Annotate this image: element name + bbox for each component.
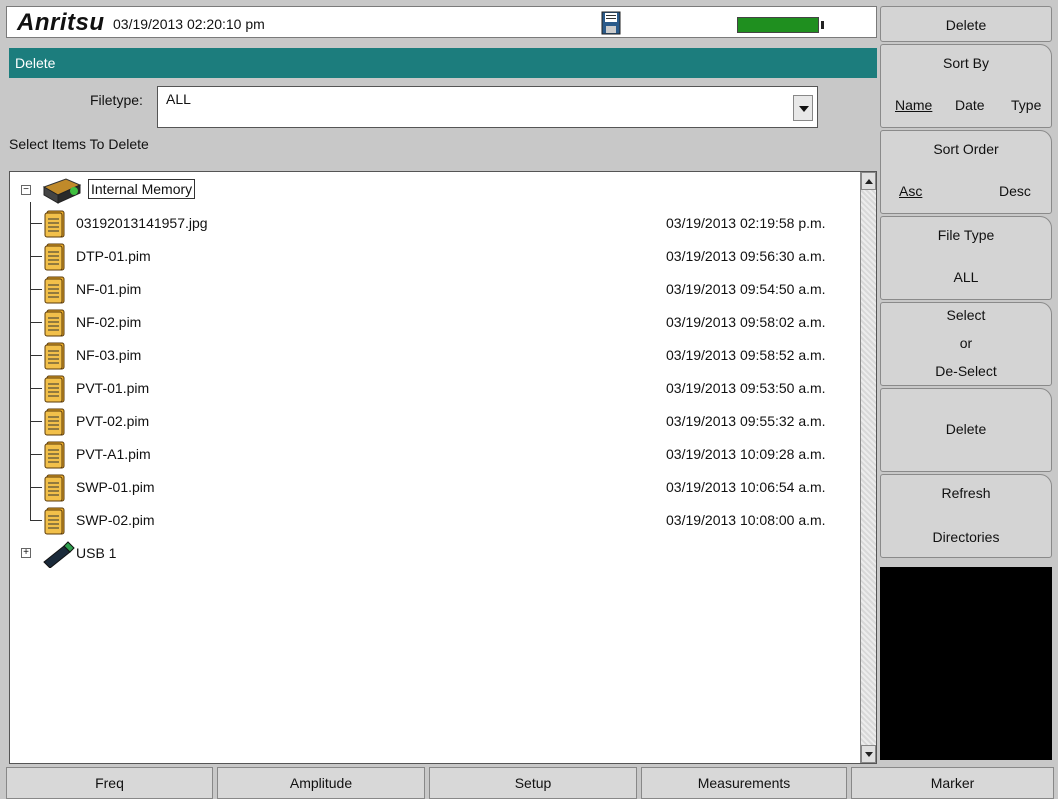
file-name[interactable]: PVT-02.pim xyxy=(76,413,149,429)
file-row[interactable]: DTP-01.pim 03/19/2013 09:56:30 a.m. xyxy=(10,240,850,273)
tree-connector xyxy=(30,454,42,455)
file-date: 03/19/2013 09:56:30 a.m. xyxy=(666,248,826,264)
tree-connector xyxy=(30,223,42,224)
tree-root-usb[interactable]: + USB 1 xyxy=(10,537,850,570)
sort-asc-option[interactable]: Asc xyxy=(899,183,922,199)
filetype-label: Filetype: xyxy=(90,92,143,108)
refresh-directories-button[interactable]: Refresh Directories xyxy=(880,474,1052,558)
sort-by-label: Sort By xyxy=(943,55,989,71)
file-row[interactable]: NF-02.pim 03/19/2013 09:58:02 a.m. xyxy=(10,306,850,339)
page-title: Delete xyxy=(15,55,56,71)
softkey-menu-title: Delete xyxy=(880,6,1052,42)
file-row[interactable]: 03192013141957.jpg 03/19/2013 02:19:58 p.… xyxy=(10,207,850,240)
tree-connector xyxy=(30,520,42,521)
file-type-label: File Type xyxy=(937,227,995,243)
sort-by-button[interactable]: Sort By Name Date Type xyxy=(880,44,1052,128)
file-icon xyxy=(44,210,70,238)
file-date: 03/19/2013 09:54:50 a.m. xyxy=(666,281,826,297)
filetype-dropdown[interactable]: ALL xyxy=(157,86,818,128)
softkey-empty-area xyxy=(880,567,1052,760)
sort-desc-option[interactable]: Desc xyxy=(999,183,1031,199)
file-row[interactable]: NF-03.pim 03/19/2013 09:58:52 a.m. xyxy=(10,339,850,372)
tree-connector xyxy=(30,322,42,323)
dropdown-arrow-icon[interactable] xyxy=(793,95,813,121)
usb-label[interactable]: USB 1 xyxy=(76,545,116,561)
sort-type-option[interactable]: Type xyxy=(1011,97,1041,113)
battery-tip-icon xyxy=(821,21,824,29)
file-row[interactable]: PVT-02.pim 03/19/2013 09:55:32 a.m. xyxy=(10,405,850,438)
file-icon xyxy=(44,342,70,370)
file-name[interactable]: NF-03.pim xyxy=(76,347,141,363)
file-name[interactable]: SWP-02.pim xyxy=(76,512,155,528)
tree-root-internal-memory[interactable]: − Internal Memory xyxy=(10,174,850,207)
file-date: 03/19/2013 09:58:52 a.m. xyxy=(666,347,826,363)
file-row[interactable]: SWP-01.pim 03/19/2013 10:06:54 a.m. xyxy=(10,471,850,504)
select-deselect-button[interactable]: Select or De-Select xyxy=(880,302,1052,386)
file-date: 03/19/2013 02:19:58 p.m. xyxy=(666,215,826,231)
vertical-scrollbar[interactable] xyxy=(860,172,876,763)
anritsu-logo: Anritsu xyxy=(17,9,105,36)
file-row[interactable]: NF-01.pim 03/19/2013 09:54:50 a.m. xyxy=(10,273,850,306)
file-icon xyxy=(44,375,70,403)
page-title-bar: Delete xyxy=(9,48,877,78)
file-type-value: ALL xyxy=(953,269,979,285)
sort-order-button[interactable]: Sort Order Asc Desc xyxy=(880,130,1052,214)
tree-connector xyxy=(30,487,42,488)
tree-connector xyxy=(30,355,42,356)
tab-freq[interactable]: Freq xyxy=(6,767,213,799)
file-name[interactable]: PVT-01.pim xyxy=(76,380,149,396)
scroll-down-icon[interactable] xyxy=(861,745,876,763)
file-icon xyxy=(44,276,70,304)
expand-icon[interactable]: + xyxy=(21,548,31,558)
file-date: 03/19/2013 09:55:32 a.m. xyxy=(666,413,826,429)
tree-connector xyxy=(30,388,42,389)
delete-button[interactable]: Delete xyxy=(880,388,1052,472)
sort-name-option[interactable]: Name xyxy=(895,97,932,113)
tab-measurements[interactable]: Measurements xyxy=(641,767,847,799)
bottom-menu-bar: Freq Amplitude Setup Measurements Marker xyxy=(0,765,1058,799)
collapse-icon[interactable]: − xyxy=(21,185,31,195)
battery-icon xyxy=(737,17,819,33)
file-icon xyxy=(44,243,70,271)
file-icon xyxy=(44,507,70,535)
file-date: 03/19/2013 09:53:50 a.m. xyxy=(666,380,826,396)
file-name[interactable]: 03192013141957.jpg xyxy=(76,215,208,231)
file-row[interactable]: PVT-A1.pim 03/19/2013 10:09:28 a.m. xyxy=(10,438,850,471)
tree-connector xyxy=(30,256,42,257)
file-name[interactable]: SWP-01.pim xyxy=(76,479,155,495)
file-name[interactable]: NF-01.pim xyxy=(76,281,141,297)
file-name[interactable]: PVT-A1.pim xyxy=(76,446,151,462)
file-type-button[interactable]: File Type ALL xyxy=(880,216,1052,300)
datetime-display: 03/19/2013 02:20:10 pm xyxy=(113,16,265,32)
usb-drive-icon xyxy=(40,540,76,569)
tree-connector xyxy=(30,421,42,422)
status-bar: Anritsu 03/19/2013 02:20:10 pm xyxy=(6,6,877,38)
tree-connector xyxy=(30,289,42,290)
file-row[interactable]: SWP-02.pim 03/19/2013 10:08:00 a.m. xyxy=(10,504,850,537)
select-items-label: Select Items To Delete xyxy=(9,136,149,152)
scroll-up-icon[interactable] xyxy=(861,172,876,190)
file-name[interactable]: DTP-01.pim xyxy=(76,248,151,264)
sort-order-label: Sort Order xyxy=(933,141,999,157)
file-icon xyxy=(44,309,70,337)
tab-amplitude[interactable]: Amplitude xyxy=(217,767,425,799)
save-disk-icon xyxy=(601,11,621,35)
memory-card-icon xyxy=(40,177,84,205)
sort-date-option[interactable]: Date xyxy=(955,97,985,113)
file-icon xyxy=(44,441,70,469)
tab-setup[interactable]: Setup xyxy=(429,767,637,799)
internal-memory-label[interactable]: Internal Memory xyxy=(88,179,196,199)
filetype-value: ALL xyxy=(166,91,191,107)
file-date: 03/19/2013 10:09:28 a.m. xyxy=(666,446,826,462)
file-row[interactable]: PVT-01.pim 03/19/2013 09:53:50 a.m. xyxy=(10,372,850,405)
file-icon xyxy=(44,474,70,502)
file-icon xyxy=(44,408,70,436)
file-name[interactable]: NF-02.pim xyxy=(76,314,141,330)
file-date: 03/19/2013 09:58:02 a.m. xyxy=(666,314,826,330)
file-date: 03/19/2013 10:08:00 a.m. xyxy=(666,512,826,528)
file-tree[interactable]: − Internal Memory 03192013141957.jpg 03/1… xyxy=(9,171,877,764)
file-date: 03/19/2013 10:06:54 a.m. xyxy=(666,479,826,495)
tab-marker[interactable]: Marker xyxy=(851,767,1054,799)
